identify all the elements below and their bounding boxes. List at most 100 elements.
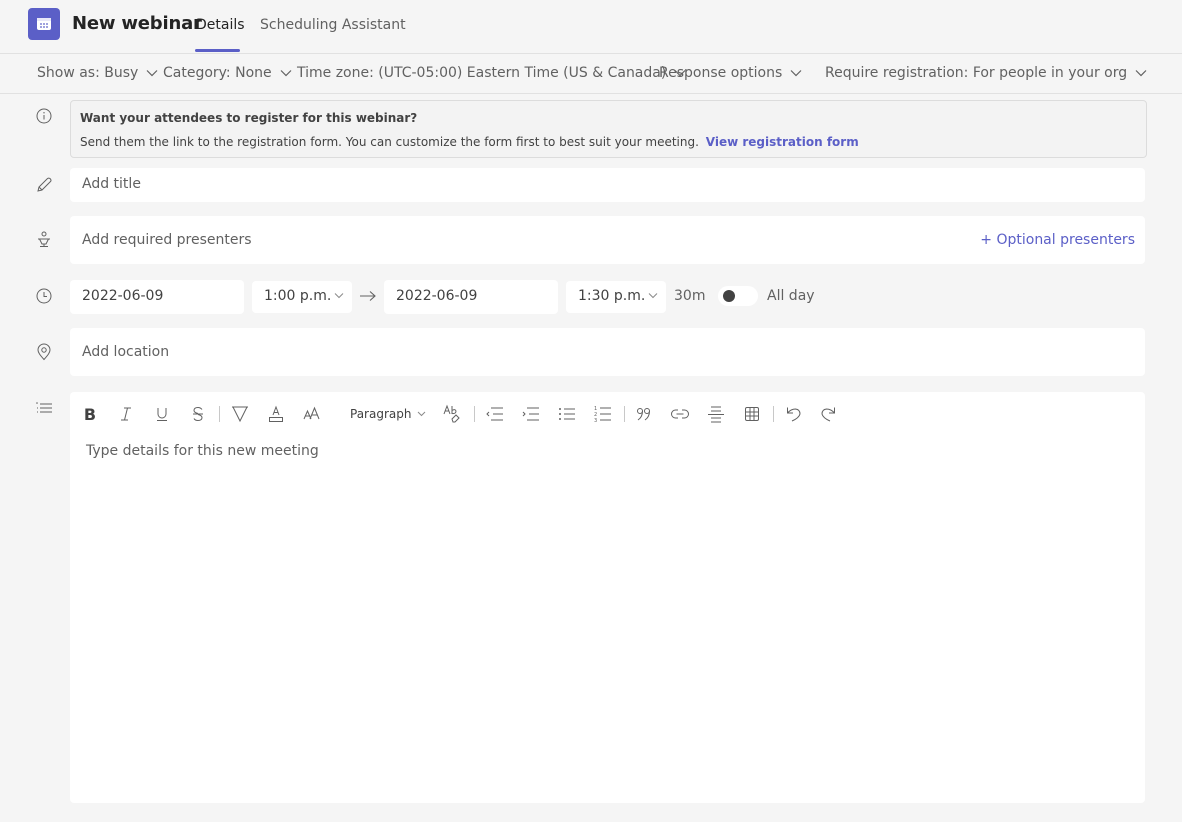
calendar-icon xyxy=(28,8,60,40)
italic-button[interactable] xyxy=(115,404,137,424)
end-date-value: 2022-06-09 xyxy=(396,288,478,304)
location-placeholder: Add location xyxy=(82,344,170,360)
underline-icon xyxy=(157,408,167,421)
require-registration-dropdown[interactable]: Require registration: For people in your… xyxy=(825,65,1147,81)
page-title: New webinar xyxy=(72,13,202,34)
all-day-toggle[interactable] xyxy=(718,286,758,306)
response-options-dropdown[interactable]: Response options xyxy=(659,65,802,81)
banner-title: Want your attendees to register for this… xyxy=(80,111,418,125)
table-icon xyxy=(745,407,759,421)
quote-icon xyxy=(637,408,650,421)
show-as-dropdown[interactable]: Show as: Busy xyxy=(37,65,158,81)
tab-details[interactable]: Details xyxy=(196,17,245,33)
registration-banner: Want your attendees to register for this… xyxy=(70,100,1147,158)
show-as-label: Show as: Busy xyxy=(37,65,139,81)
clock-icon xyxy=(35,287,53,305)
clear-formatting-icon xyxy=(443,404,460,423)
redo-button[interactable] xyxy=(817,404,839,424)
toolbar-separator xyxy=(219,406,220,422)
header: New webinar Details Scheduling Assistant xyxy=(0,0,1182,54)
clear-formatting-button[interactable] xyxy=(442,404,464,424)
undo-icon xyxy=(787,407,801,422)
font-size-button[interactable] xyxy=(301,404,323,424)
decrease-indent-button[interactable] xyxy=(484,404,506,424)
toolbar-separator xyxy=(474,406,475,422)
undo-button[interactable] xyxy=(783,404,805,424)
insert-table-button[interactable] xyxy=(741,404,763,424)
bulleted-list-button[interactable] xyxy=(556,404,578,424)
start-time-value: 1:00 p.m. xyxy=(264,288,332,304)
details-list-icon xyxy=(35,399,53,417)
horizontal-rule-icon xyxy=(708,406,724,423)
strikethrough-button[interactable] xyxy=(187,404,209,424)
start-date-input[interactable]: 2022-06-09 xyxy=(70,280,244,314)
bulleted-list-icon xyxy=(559,408,575,420)
chevron-down-icon xyxy=(334,293,344,299)
chevron-down-icon xyxy=(1135,70,1147,77)
category-dropdown[interactable]: Category: None xyxy=(163,65,292,81)
strikethrough-icon xyxy=(193,406,203,422)
presenter-icon xyxy=(35,231,53,249)
underline-button[interactable] xyxy=(151,404,173,424)
chevron-down-icon xyxy=(648,293,658,299)
presenters-placeholder: Add required presenters xyxy=(82,232,252,248)
view-registration-form-link[interactable]: View registration form xyxy=(706,135,859,149)
start-date-value: 2022-06-09 xyxy=(82,288,164,304)
response-options-label: Response options xyxy=(659,65,783,81)
link-icon xyxy=(671,409,689,419)
quote-button[interactable] xyxy=(633,404,655,424)
font-size-icon xyxy=(303,406,320,420)
paragraph-style-dropdown[interactable]: Paragraph xyxy=(350,407,426,421)
redo-icon xyxy=(821,407,835,422)
category-label: Category: None xyxy=(163,65,272,81)
info-icon xyxy=(35,107,53,125)
options-bar: Show as: Busy Category: None Time zone: … xyxy=(0,54,1182,94)
pencil-icon xyxy=(35,176,53,194)
bold-icon: B xyxy=(83,404,97,424)
chevron-down-icon xyxy=(280,70,292,77)
highlight-icon xyxy=(232,406,248,423)
chevron-down-icon xyxy=(418,411,426,417)
decrease-indent-icon xyxy=(486,407,503,421)
chevron-down-icon xyxy=(790,70,802,77)
required-presenters-input[interactable]: Add required presenters + Optional prese… xyxy=(70,216,1145,264)
time-zone-dropdown[interactable]: Time zone: (UTC-05:00) Eastern Time (US … xyxy=(297,65,686,81)
font-color-icon xyxy=(269,405,283,422)
optional-presenters-link[interactable]: + Optional presenters xyxy=(980,232,1135,248)
end-time-value: 1:30 p.m. xyxy=(578,288,646,304)
font-color-button[interactable] xyxy=(265,404,287,424)
toolbar-separator xyxy=(773,406,774,422)
increase-indent-button[interactable] xyxy=(520,404,542,424)
numbered-list-icon: 123 xyxy=(594,406,611,423)
banner-text: Send them the link to the registration f… xyxy=(80,135,699,149)
highlight-button[interactable] xyxy=(229,404,251,424)
end-date-input[interactable]: 2022-06-09 xyxy=(384,280,558,314)
tab-scheduling-assistant[interactable]: Scheduling Assistant xyxy=(260,17,406,33)
location-icon xyxy=(35,343,53,361)
active-tab-indicator xyxy=(195,49,240,52)
details-editor[interactable]: B Paragraph 123 Type details for this ne… xyxy=(70,392,1145,803)
toggle-knob xyxy=(723,290,735,302)
start-time-dropdown[interactable]: 1:00 p.m. xyxy=(252,281,352,313)
arrow-right-icon xyxy=(359,286,377,307)
horizontal-rule-button[interactable] xyxy=(705,404,727,424)
require-registration-label: Require registration: For people in your… xyxy=(825,65,1128,81)
details-placeholder: Type details for this new meeting xyxy=(86,443,319,459)
italic-icon xyxy=(121,407,131,421)
bold-button[interactable]: B xyxy=(79,404,101,424)
time-zone-label: Time zone: (UTC-05:00) Eastern Time (US … xyxy=(297,65,667,81)
duration-label: 30m xyxy=(674,288,706,304)
numbered-list-button[interactable]: 123 xyxy=(592,404,614,424)
increase-indent-icon xyxy=(522,407,539,421)
chevron-down-icon xyxy=(146,70,158,77)
title-input[interactable]: Add title xyxy=(70,168,1145,202)
end-time-dropdown[interactable]: 1:30 p.m. xyxy=(566,281,666,313)
link-button[interactable] xyxy=(669,404,691,424)
toolbar-separator xyxy=(624,406,625,422)
paragraph-label: Paragraph xyxy=(350,407,412,421)
svg-text:3: 3 xyxy=(594,418,597,423)
title-placeholder: Add title xyxy=(82,176,141,192)
all-day-label: All day xyxy=(767,288,815,304)
location-input[interactable]: Add location xyxy=(70,328,1145,376)
banner-body: Send them the link to the registration f… xyxy=(80,135,859,149)
